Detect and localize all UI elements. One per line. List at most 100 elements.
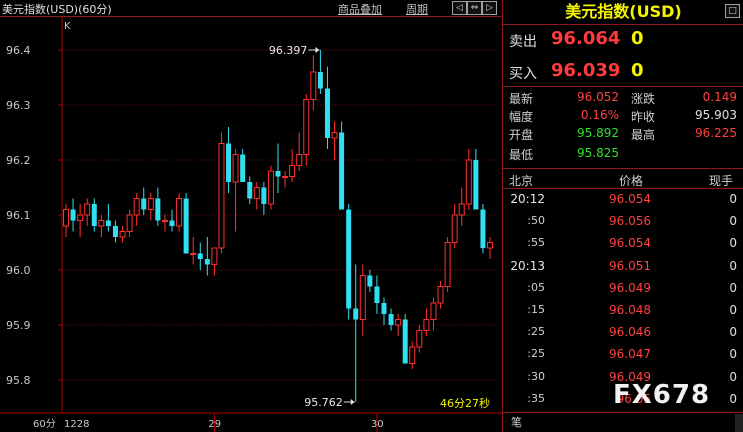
candle-body-up bbox=[458, 203, 465, 216]
stat-value: 0.16% bbox=[580, 108, 619, 122]
period-label: 60分 bbox=[33, 418, 56, 430]
chart-header: 美元指数(USD)(60分) 商品叠加 周期 ◁ ⇔ ▷ bbox=[0, 0, 502, 17]
arrow-left-icon[interactable]: ◁ bbox=[452, 1, 467, 15]
candle-body-up bbox=[444, 242, 451, 287]
tick-time: :55 bbox=[527, 236, 545, 250]
candle-body-down bbox=[105, 220, 111, 226]
candle-body-down bbox=[261, 187, 267, 204]
buy-label: 买入 bbox=[509, 66, 537, 82]
candle-body-up bbox=[430, 302, 437, 320]
candle-body-up bbox=[267, 170, 274, 205]
stat-label: 最新 bbox=[509, 92, 534, 106]
stat-label: 昨收 bbox=[631, 110, 656, 124]
tick-volume: 0 bbox=[729, 192, 737, 206]
divider bbox=[503, 412, 743, 413]
candle-body-up bbox=[98, 220, 105, 227]
chart-title: 美元指数(USD)(60分) bbox=[2, 3, 112, 16]
candle-body-down bbox=[197, 253, 203, 259]
tick-price: 96.051 bbox=[609, 258, 651, 273]
tick-volume: 0 bbox=[729, 347, 737, 362]
candle-body-up bbox=[409, 346, 416, 364]
arrow-right-icon[interactable]: ▷ bbox=[482, 1, 497, 15]
candle-body-up bbox=[487, 242, 493, 249]
candle-body-down bbox=[91, 204, 97, 226]
sell-label: 卖出 bbox=[509, 34, 537, 50]
tick-time: 20:13 bbox=[510, 258, 545, 273]
candle-body-down bbox=[339, 132, 345, 210]
tick-price: 96.046 bbox=[609, 325, 651, 340]
candle-body-down bbox=[317, 72, 323, 89]
x-tick-label: 30 bbox=[371, 419, 384, 430]
candle-body-down bbox=[275, 171, 281, 177]
candle-body-up bbox=[359, 275, 366, 320]
stat-label: 开盘 bbox=[509, 128, 534, 142]
sell-price: 96.064 bbox=[551, 28, 621, 49]
low-annotation: 95.762 bbox=[304, 396, 343, 409]
candle-body-up bbox=[331, 132, 338, 139]
candle-body-down bbox=[402, 319, 408, 364]
tick-time: :15 bbox=[527, 303, 545, 316]
y-tick-label: 96.2 bbox=[6, 154, 31, 167]
tick-price: 96.054 bbox=[609, 192, 651, 206]
period-link[interactable]: 周期 bbox=[406, 1, 428, 17]
sell-volume: 0 bbox=[631, 28, 644, 49]
countdown-label: 46分27秒 bbox=[440, 396, 490, 410]
candle-body-up bbox=[176, 198, 183, 227]
candle-body-down bbox=[367, 275, 373, 287]
candle-body-up bbox=[126, 214, 133, 232]
candle-body-down bbox=[112, 226, 118, 237]
candle-body-up bbox=[303, 99, 310, 155]
tick-price: 96.049 bbox=[609, 280, 651, 295]
chart-corner-label: K bbox=[64, 21, 71, 32]
tick-header-price: 价格 bbox=[619, 174, 644, 188]
tick-volume: 0 bbox=[729, 214, 737, 229]
candle-body-down bbox=[346, 209, 352, 309]
candlestick-chart[interactable]: 96.4 96.3 96.2 96.1 96.0 95.9 95.8 K 60分 1228 29 30… bbox=[0, 17, 502, 432]
stat-value: 0.149 bbox=[702, 90, 737, 104]
chart-background bbox=[0, 17, 502, 432]
candle-body-down bbox=[226, 143, 232, 182]
tick-time: :50 bbox=[527, 214, 545, 228]
tick-time: :25 bbox=[527, 347, 545, 361]
candle-body-up bbox=[218, 143, 225, 249]
tick-volume: 0 bbox=[729, 303, 737, 317]
candle-body-up bbox=[253, 187, 260, 199]
candle-body-up bbox=[147, 198, 154, 210]
candle-body-down bbox=[183, 198, 189, 254]
watermark-logo: FX678 bbox=[613, 380, 711, 410]
tick-price: 96.056 bbox=[609, 214, 651, 229]
overlay-commodity-link[interactable]: 商品叠加 bbox=[338, 1, 382, 17]
y-tick-label: 95.9 bbox=[6, 319, 31, 332]
tick-price: 96.054 bbox=[609, 236, 651, 251]
tick-time: :25 bbox=[527, 325, 545, 339]
y-tick-label: 96.4 bbox=[6, 44, 31, 57]
candle-body-up bbox=[84, 203, 91, 216]
candle-body-down bbox=[353, 308, 359, 320]
candle-body-up bbox=[119, 231, 126, 238]
candle-body-down bbox=[204, 259, 210, 265]
candle-body-down bbox=[324, 88, 330, 138]
window-icon[interactable]: □ bbox=[725, 4, 740, 18]
scrollbar[interactable] bbox=[735, 414, 743, 432]
y-tick-label: 96.0 bbox=[6, 264, 31, 277]
tick-price: 96.047 bbox=[609, 347, 651, 362]
stat-value: 95.903 bbox=[695, 108, 737, 122]
tab-trades[interactable]: 笔 bbox=[511, 414, 522, 430]
trading-window: 美元指数(USD)(60分) 商品叠加 周期 ◁ ⇔ ▷ 96.4 96.3 96.… bbox=[0, 0, 743, 432]
arrows-expand-icon[interactable]: ⇔ bbox=[467, 1, 482, 15]
candle-body-down bbox=[388, 314, 394, 325]
tick-price: 96.048 bbox=[609, 303, 651, 317]
candle-body-up bbox=[423, 319, 430, 331]
quote-panel: 美元指数(USD) □ 卖出 96.064 0 买入 96.039 0 最新 96… bbox=[502, 0, 743, 432]
high-annotation: 96.397 bbox=[269, 44, 308, 57]
divider bbox=[503, 24, 743, 25]
tick-volume: 0 bbox=[729, 325, 737, 340]
tick-volume: 0 bbox=[729, 258, 737, 273]
tick-volume: 0 bbox=[729, 280, 737, 295]
stat-label: 最高 bbox=[631, 128, 656, 142]
x-tick-label: 29 bbox=[208, 419, 221, 430]
buy-volume: 0 bbox=[631, 60, 644, 81]
divider bbox=[503, 168, 743, 169]
stat-label: 幅度 bbox=[509, 110, 534, 124]
candle-body-up bbox=[190, 253, 197, 255]
